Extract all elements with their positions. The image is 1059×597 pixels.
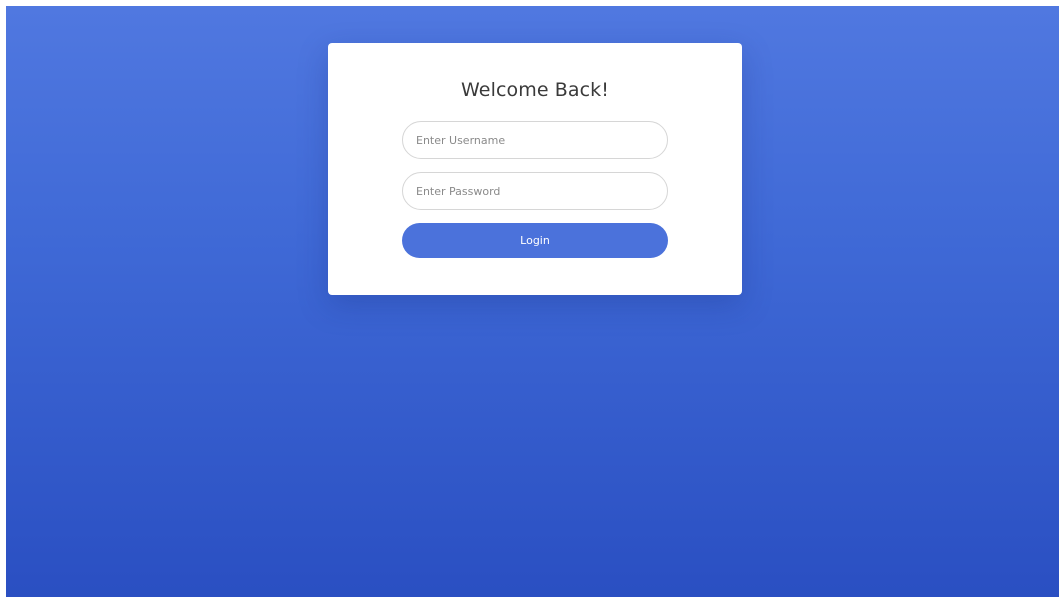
password-input[interactable] bbox=[402, 172, 668, 210]
login-card: Welcome Back! Login bbox=[328, 43, 742, 295]
page-background: Welcome Back! Login bbox=[6, 6, 1059, 597]
username-input[interactable] bbox=[402, 121, 668, 159]
page-title: Welcome Back! bbox=[461, 79, 609, 101]
login-button[interactable]: Login bbox=[402, 223, 668, 258]
